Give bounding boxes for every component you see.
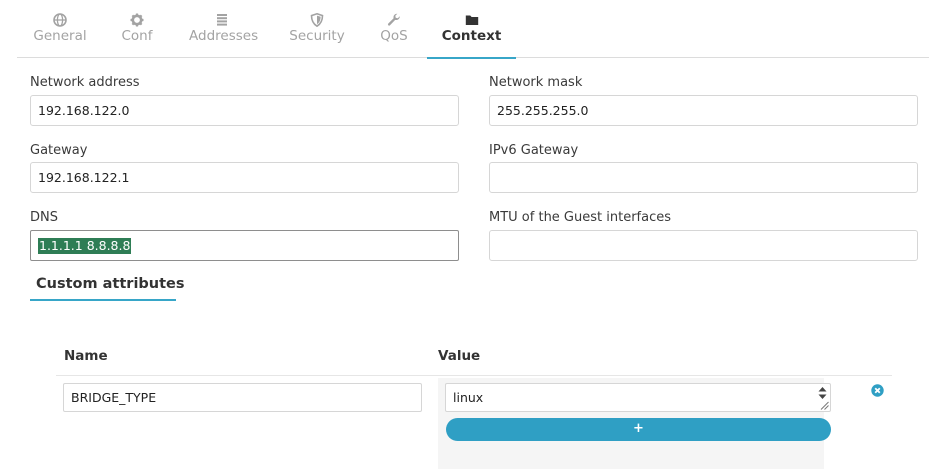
network-address-value: 192.168.122.0 — [38, 103, 130, 118]
dns-input[interactable]: 1.1.1.1 8.8.8.8 — [30, 230, 459, 261]
tab-label: General — [33, 28, 87, 44]
wrench-icon — [387, 13, 400, 26]
attribute-name-input[interactable]: BRIDGE_TYPE — [63, 383, 422, 412]
name-column-header: Name — [64, 348, 108, 364]
gateway-input[interactable]: 192.168.122.1 — [30, 162, 459, 193]
value-column-header: Value — [438, 348, 481, 364]
gateway-value: 192.168.122.1 — [38, 170, 130, 185]
mtu-label: MTU of the Guest interfaces — [489, 210, 671, 225]
attributes-table-header: Name Value — [56, 336, 892, 376]
tab-bar: General Conf Addresses Security QoS Cont… — [17, 0, 929, 59]
dns-label: DNS — [30, 210, 58, 225]
custom-attributes-title: Custom attributes — [36, 276, 185, 292]
network-address-input[interactable]: 192.168.122.0 — [30, 95, 459, 126]
tab-security[interactable]: Security — [289, 0, 345, 58]
network-mask-input[interactable]: 255.255.255.0 — [489, 95, 918, 126]
list-icon — [217, 14, 227, 26]
tab-context[interactable]: Context — [427, 0, 516, 59]
tab-conf[interactable]: Conf — [115, 0, 159, 58]
attribute-value-textarea[interactable]: linux — [445, 383, 831, 412]
tab-general[interactable]: General — [17, 0, 103, 58]
network-address-label: Network address — [30, 75, 140, 90]
tab-label: Addresses — [189, 28, 259, 44]
gear-icon — [130, 13, 144, 27]
network-mask-label: Network mask — [489, 75, 583, 90]
remove-attribute-icon[interactable] — [871, 384, 884, 397]
network-mask-value: 255.255.255.0 — [497, 103, 589, 118]
add-attribute-button[interactable]: + — [446, 418, 831, 441]
attribute-value-text: linux — [453, 390, 484, 405]
ipv6-gateway-input[interactable] — [489, 162, 918, 193]
attribute-name-value: BRIDGE_TYPE — [71, 390, 157, 405]
globe-icon — [53, 13, 67, 27]
mtu-input[interactable] — [489, 230, 918, 261]
tab-addresses[interactable]: Addresses — [189, 0, 259, 58]
shield-icon — [310, 13, 324, 27]
tab-qos[interactable]: QoS — [377, 0, 411, 58]
tab-label: Security — [289, 28, 345, 44]
dns-value: 1.1.1.1 8.8.8.8 — [38, 237, 132, 254]
resize-handle-icon[interactable] — [820, 401, 829, 410]
tab-label: Conf — [121, 28, 153, 44]
folder-icon — [465, 15, 478, 25]
gateway-label: Gateway — [30, 143, 88, 158]
tab-label: Context — [441, 28, 502, 44]
tab-label: QoS — [380, 28, 408, 44]
ipv6-gateway-label: IPv6 Gateway — [489, 143, 579, 158]
custom-attributes-header[interactable]: Custom attributes — [30, 272, 185, 301]
scroll-arrows-icon[interactable] — [817, 386, 828, 400]
